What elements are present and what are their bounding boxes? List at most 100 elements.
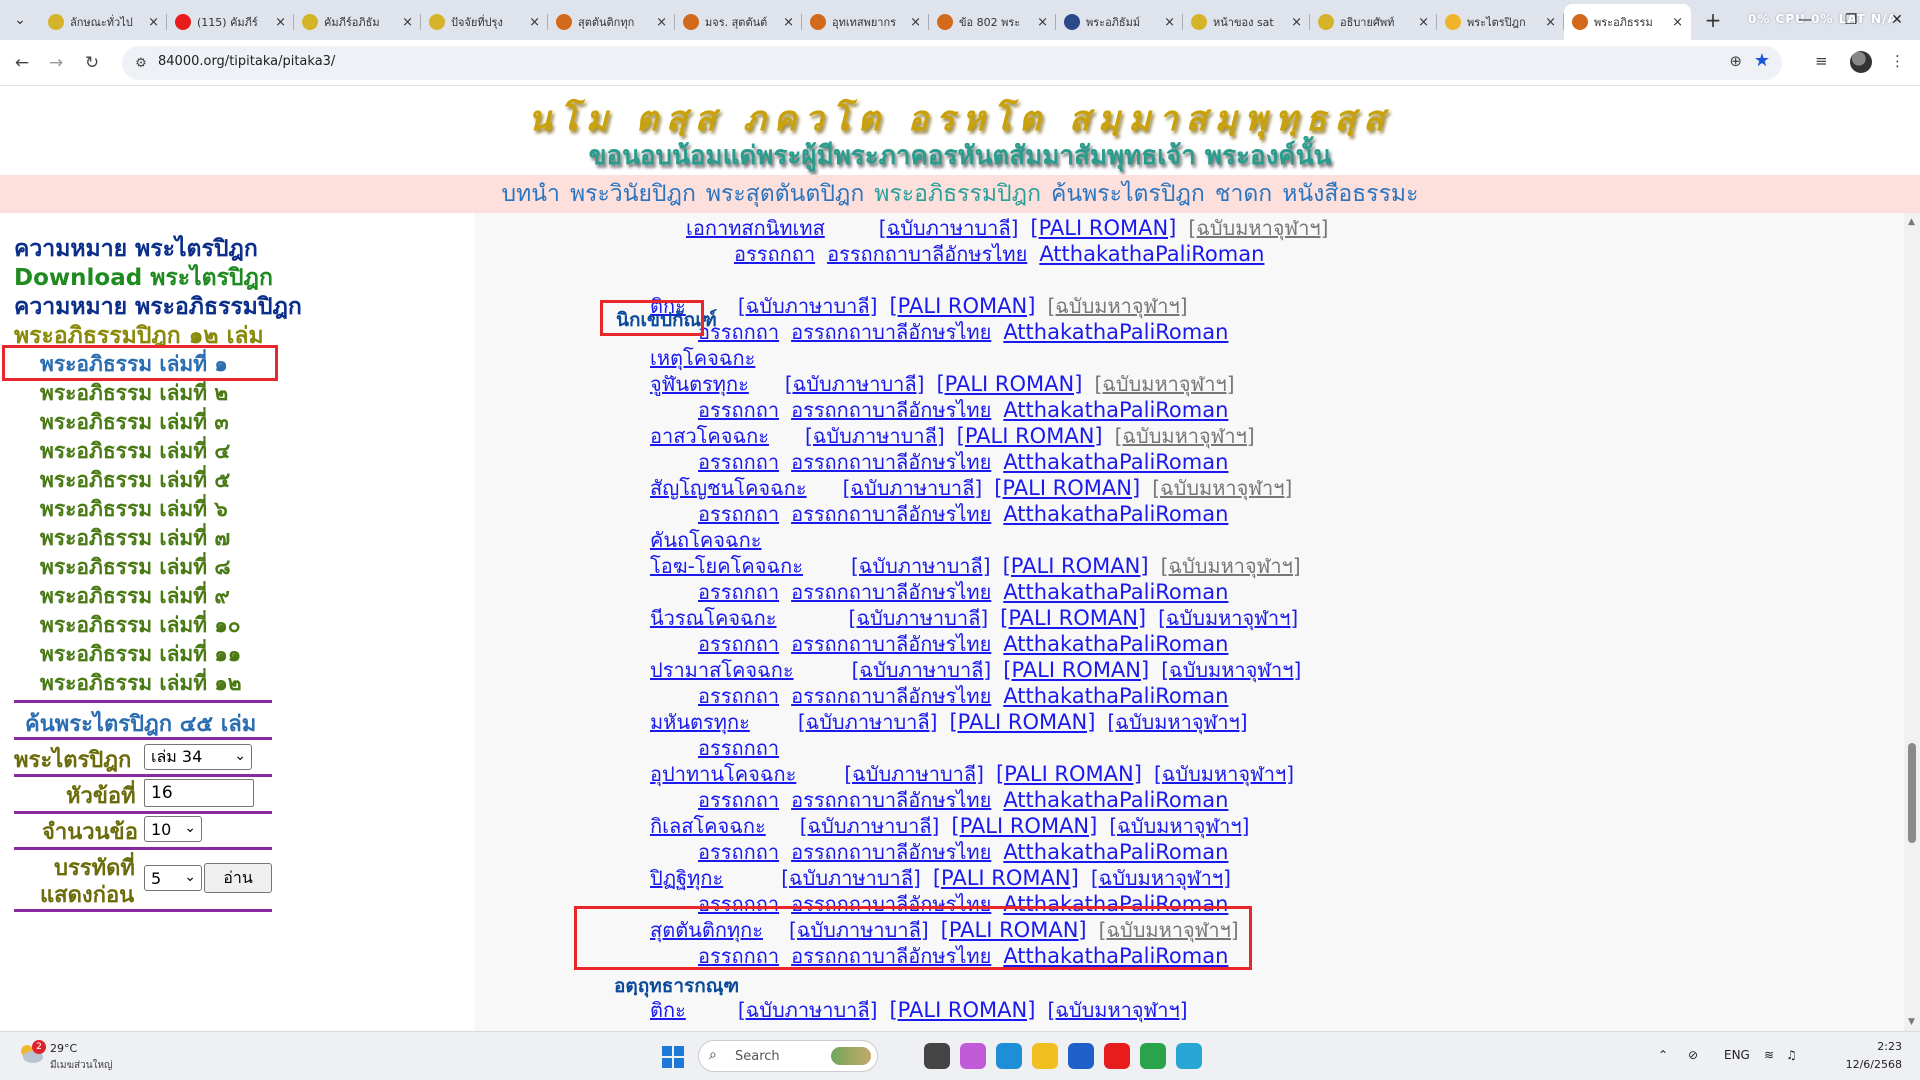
nav-link[interactable]: บทนำ <box>502 175 560 213</box>
browser-tab[interactable]: พระไตรปิฎก × <box>1437 4 1564 40</box>
pali-link[interactable]: [ฉบับภาษาบาลี] <box>781 866 921 890</box>
atthakatha-roman-link[interactable]: AtthakathaPaliRoman <box>1003 398 1228 422</box>
item-title-link[interactable]: ติกะ <box>650 998 686 1022</box>
zoom-icon[interactable]: ⊕ <box>1729 52 1742 70</box>
nav-link[interactable]: ชาดก <box>1215 175 1272 213</box>
atthakatha-link[interactable]: อรรถกถา <box>698 502 779 526</box>
pali-roman-link[interactable]: [PALI ROMAN] <box>936 372 1082 396</box>
atthakatha-thai-link[interactable]: อรรถกถาบาลีอักษรไทย <box>791 684 991 708</box>
browser-tab[interactable]: พระอภิธรรม × <box>1564 4 1691 40</box>
close-window-icon[interactable]: ✕ <box>1874 0 1920 40</box>
browser-tab[interactable]: หน้าของ sat × <box>1183 4 1310 40</box>
atthakatha-roman-link[interactable]: AtthakathaPaliRoman <box>1003 840 1228 864</box>
page-scrollbar[interactable]: ▲ ▼ <box>1904 213 1920 1031</box>
atthakatha-link[interactable]: อรรถกถา <box>698 398 779 422</box>
atthakatha-link[interactable]: อรรถกถา <box>698 632 779 656</box>
mahachula-link[interactable]: [ฉบับมหาจุฬาฯ] <box>1152 476 1292 500</box>
restore-icon[interactable]: ❐ <box>1828 0 1874 40</box>
explorer-app-icon[interactable] <box>1032 1043 1058 1069</box>
browser-tab[interactable]: ลักษณะทั่วไป × <box>40 4 167 40</box>
tab-close-icon[interactable]: × <box>783 15 794 30</box>
browser-tab[interactable]: พระอภิธัมม์ × <box>1056 4 1183 40</box>
browser-tab[interactable]: คัมภีร์อภิธัม × <box>294 4 421 40</box>
atthakatha-roman-link[interactable]: AtthakathaPaliRoman <box>1003 580 1228 604</box>
mahachula-link[interactable]: [ฉบับมหาจุฬาฯ] <box>1094 372 1234 396</box>
atthakatha-roman-link[interactable]: AtthakathaPaliRoman <box>1003 632 1228 656</box>
new-tab-icon[interactable]: + <box>1697 4 1729 36</box>
atthakatha-roman-link[interactable]: AtthakathaPaliRoman <box>1003 788 1228 812</box>
atthakatha-roman-link[interactable]: AtthakathaPaliRoman <box>1039 242 1264 266</box>
atthakatha-thai-link[interactable]: อรรถกถาบาลีอักษรไทย <box>791 632 991 656</box>
misc-app-icon[interactable] <box>1176 1043 1202 1069</box>
item-title-link[interactable]: สัญโญชนโคจฉกะ <box>650 476 807 500</box>
pali-roman-link[interactable]: [PALI ROMAN] <box>889 998 1035 1022</box>
mahachula-link[interactable]: [ฉบับมหาจุฬาฯ] <box>1115 424 1255 448</box>
sidebar-item-volume[interactable]: พระอภิธรรม เล่มที่ ๑๒ <box>40 667 242 700</box>
volume-icon[interactable]: ♫ <box>1786 1048 1797 1062</box>
pali-roman-link[interactable]: [PALI ROMAN] <box>933 866 1079 890</box>
item-title-link[interactable]: ปรามาสโคจฉกะ <box>650 658 794 682</box>
atthakatha-roman-link[interactable]: AtthakathaPaliRoman <box>1003 320 1228 344</box>
pali-link[interactable]: [ฉบับภาษาบาลี] <box>849 606 989 630</box>
pali-link[interactable]: [ฉบับภาษาบาลี] <box>798 710 938 734</box>
start-windows-icon[interactable] <box>662 1046 684 1068</box>
url-text[interactable]: 84000.org/tipitaka/pitaka3/ <box>158 54 335 69</box>
store-app-icon[interactable] <box>1068 1043 1094 1069</box>
tab-close-icon[interactable]: × <box>656 15 667 30</box>
mahachula-link[interactable]: [ฉบับมหาจุฬาฯ] <box>1158 606 1298 630</box>
item-title-link[interactable]: ปิฏฐิทุกะ <box>650 866 723 890</box>
wifi-icon[interactable]: ≋ <box>1764 1048 1774 1062</box>
item-title-link[interactable]: อุปาทานโคจฉกะ <box>650 762 796 786</box>
mahachula-link[interactable]: [ฉบับมหาจุฬาฯ] <box>1107 710 1247 734</box>
mahachula-link[interactable]: [ฉบับมหาจุฬาฯ] <box>1161 554 1301 578</box>
tab-close-icon[interactable]: × <box>1545 15 1556 30</box>
pali-roman-link[interactable]: [PALI ROMAN] <box>951 814 1097 838</box>
item-title-link[interactable]: คันถโคจฉกะ <box>650 528 761 552</box>
nav-link[interactable]: ค้นพระไตรปิฎก <box>1051 175 1205 213</box>
pali-roman-link[interactable]: [PALI ROMAN] <box>957 424 1103 448</box>
browser-tab[interactable]: ข้อ 802 พระ × <box>929 4 1056 40</box>
pali-roman-link[interactable]: [PALI ROMAN] <box>1000 606 1146 630</box>
pali-link[interactable]: [ฉบับภาษาบาลี] <box>843 476 983 500</box>
reading-list-icon[interactable]: ≡ <box>1815 52 1828 70</box>
item-title-link[interactable]: เหตุโคจฉกะ <box>650 346 755 370</box>
pali-roman-link[interactable]: [PALI ROMAN] <box>1003 658 1149 682</box>
pali-roman-link[interactable]: [PALI ROMAN] <box>949 710 1095 734</box>
read-button[interactable]: อ่าน <box>204 863 272 893</box>
item-title-link[interactable]: โอฆ-โยคโคจฉกะ <box>650 554 803 578</box>
language-indicator[interactable]: ENG <box>1724 1048 1750 1062</box>
browser-tab[interactable]: ปัจจัยที่ปรุง × <box>421 4 548 40</box>
pali-roman-link[interactable]: [PALI ROMAN] <box>996 762 1142 786</box>
atthakatha-roman-link[interactable]: AtthakathaPaliRoman <box>1003 450 1228 474</box>
browser-tab[interactable]: อุทเทสพยากร × <box>802 4 929 40</box>
atthakatha-roman-link[interactable]: AtthakathaPaliRoman <box>1003 502 1228 526</box>
pali-link[interactable]: [ฉบับภาษาบาลี] <box>879 216 1019 240</box>
minimize-icon[interactable]: — <box>1782 0 1828 40</box>
profile-avatar[interactable] <box>1850 51 1872 73</box>
pali-link[interactable]: [ฉบับภาษาบาลี] <box>738 998 878 1022</box>
tab-close-icon[interactable]: × <box>1672 15 1683 30</box>
youtube-app-icon[interactable] <box>1104 1043 1130 1069</box>
item-title-link[interactable]: อาสวโคจฉกะ <box>650 424 769 448</box>
nav-link[interactable]: พระวินัยปิฎก <box>570 175 696 213</box>
atthakatha-link[interactable]: อรรถกถา <box>698 580 779 604</box>
no-network-icon[interactable]: ⊘ <box>1688 1048 1698 1062</box>
atthakatha-thai-link[interactable]: อรรถกถาบาลีอักษรไทย <box>791 580 991 604</box>
nav-link[interactable]: หนังสือธรรมะ <box>1282 175 1418 213</box>
atthakatha-link[interactable]: อรรถกถา <box>698 684 779 708</box>
weather-desc[interactable]: มีเมฆส่วนใหญ่ <box>50 1058 113 1073</box>
tab-close-icon[interactable]: × <box>1164 15 1175 30</box>
atthakatha-thai-link[interactable]: อรรถกถาบาลีอักษรไทย <box>791 502 991 526</box>
count-select[interactable]: 10 ⌄ <box>144 816 202 842</box>
pali-link[interactable]: [ฉบับภาษาบาลี] <box>805 424 945 448</box>
taskbar-search[interactable]: ⌕ Search <box>698 1040 878 1072</box>
pali-link[interactable]: [ฉบับภาษาบาลี] <box>852 658 992 682</box>
tab-close-icon[interactable]: × <box>529 15 540 30</box>
mahachula-link[interactable]: [ฉบับมหาจุฬาฯ] <box>1047 998 1187 1022</box>
browser-tab[interactable]: สุตตันติกทุก × <box>548 4 675 40</box>
atthakatha-link[interactable]: อรรถกถา <box>698 736 779 760</box>
scroll-up-icon[interactable]: ▲ <box>1908 217 1915 227</box>
tab-close-icon[interactable]: × <box>910 15 921 30</box>
scrollbar-thumb[interactable] <box>1908 743 1916 843</box>
weather-temp[interactable]: 29°C <box>50 1042 77 1055</box>
